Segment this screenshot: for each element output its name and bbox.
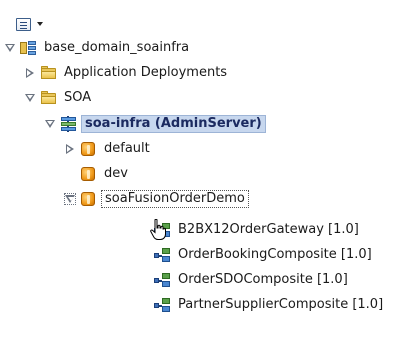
view-menu-button[interactable] bbox=[16, 17, 43, 31]
tree-node-application-deployments[interactable]: Application Deployments bbox=[24, 63, 230, 83]
tree-node-composite[interactable]: PartnerSupplierComposite [1.0] bbox=[154, 295, 386, 315]
tree-node-label[interactable]: OrderSDOComposite [1.0] bbox=[175, 271, 351, 289]
tree-node-label[interactable]: base_domain_soainfra bbox=[41, 39, 192, 57]
folder-icon bbox=[40, 65, 57, 81]
tree-node-partition-dev[interactable]: dev bbox=[80, 164, 131, 184]
tree-node-composite[interactable]: OrderSDOComposite [1.0] bbox=[154, 270, 351, 290]
server-icon bbox=[60, 116, 77, 132]
partition-icon bbox=[80, 191, 97, 207]
tree-node-label[interactable]: Application Deployments bbox=[61, 64, 230, 82]
tree-node-soa-infra[interactable]: soa-infra (AdminServer) bbox=[44, 114, 266, 134]
tree-node-label[interactable]: B2BX12OrderGateway [1.0] bbox=[175, 221, 362, 239]
expanded-triangle-icon[interactable] bbox=[64, 193, 76, 205]
composite-icon bbox=[154, 297, 171, 313]
tree-node-label[interactable]: PartnerSupplierComposite [1.0] bbox=[175, 296, 386, 314]
collapsed-triangle-icon[interactable] bbox=[64, 143, 76, 155]
partition-icon bbox=[80, 166, 97, 182]
composite-icon bbox=[154, 247, 171, 263]
expanded-triangle-icon[interactable] bbox=[24, 92, 36, 104]
caret-down-icon bbox=[37, 22, 43, 26]
tree-node-composite[interactable]: B2BX12OrderGateway [1.0] bbox=[154, 220, 362, 240]
folder-icon bbox=[40, 90, 57, 106]
tree-node-label[interactable]: SOA bbox=[61, 89, 94, 107]
expanded-triangle-icon[interactable] bbox=[4, 42, 16, 54]
tree-node-composite[interactable]: OrderBookingComposite [1.0] bbox=[154, 245, 375, 265]
tree-node-label[interactable]: dev bbox=[101, 165, 131, 183]
tree-node-label[interactable]: default bbox=[101, 140, 153, 158]
tree-node-label-focused[interactable]: soaFusionOrderDemo bbox=[101, 190, 249, 208]
tree-node-label[interactable]: OrderBookingComposite [1.0] bbox=[175, 246, 375, 264]
composite-icon bbox=[154, 272, 171, 288]
composite-icon bbox=[154, 222, 171, 238]
expanded-triangle-icon[interactable] bbox=[44, 118, 56, 130]
collapsed-triangle-icon[interactable] bbox=[24, 67, 36, 79]
domain-icon bbox=[20, 40, 37, 56]
tree-node-label-selected[interactable]: soa-infra (AdminServer) bbox=[81, 115, 266, 133]
tree-node-partition-default[interactable]: default bbox=[64, 139, 153, 159]
tree-node-partition-soafusionorderdemo[interactable]: soaFusionOrderDemo bbox=[64, 189, 249, 209]
tree-node-domain[interactable]: base_domain_soainfra bbox=[4, 38, 192, 58]
list-view-icon bbox=[16, 17, 31, 31]
partition-icon bbox=[80, 141, 97, 157]
tree-node-soa[interactable]: SOA bbox=[24, 88, 94, 108]
tree-toolbar bbox=[16, 14, 43, 34]
